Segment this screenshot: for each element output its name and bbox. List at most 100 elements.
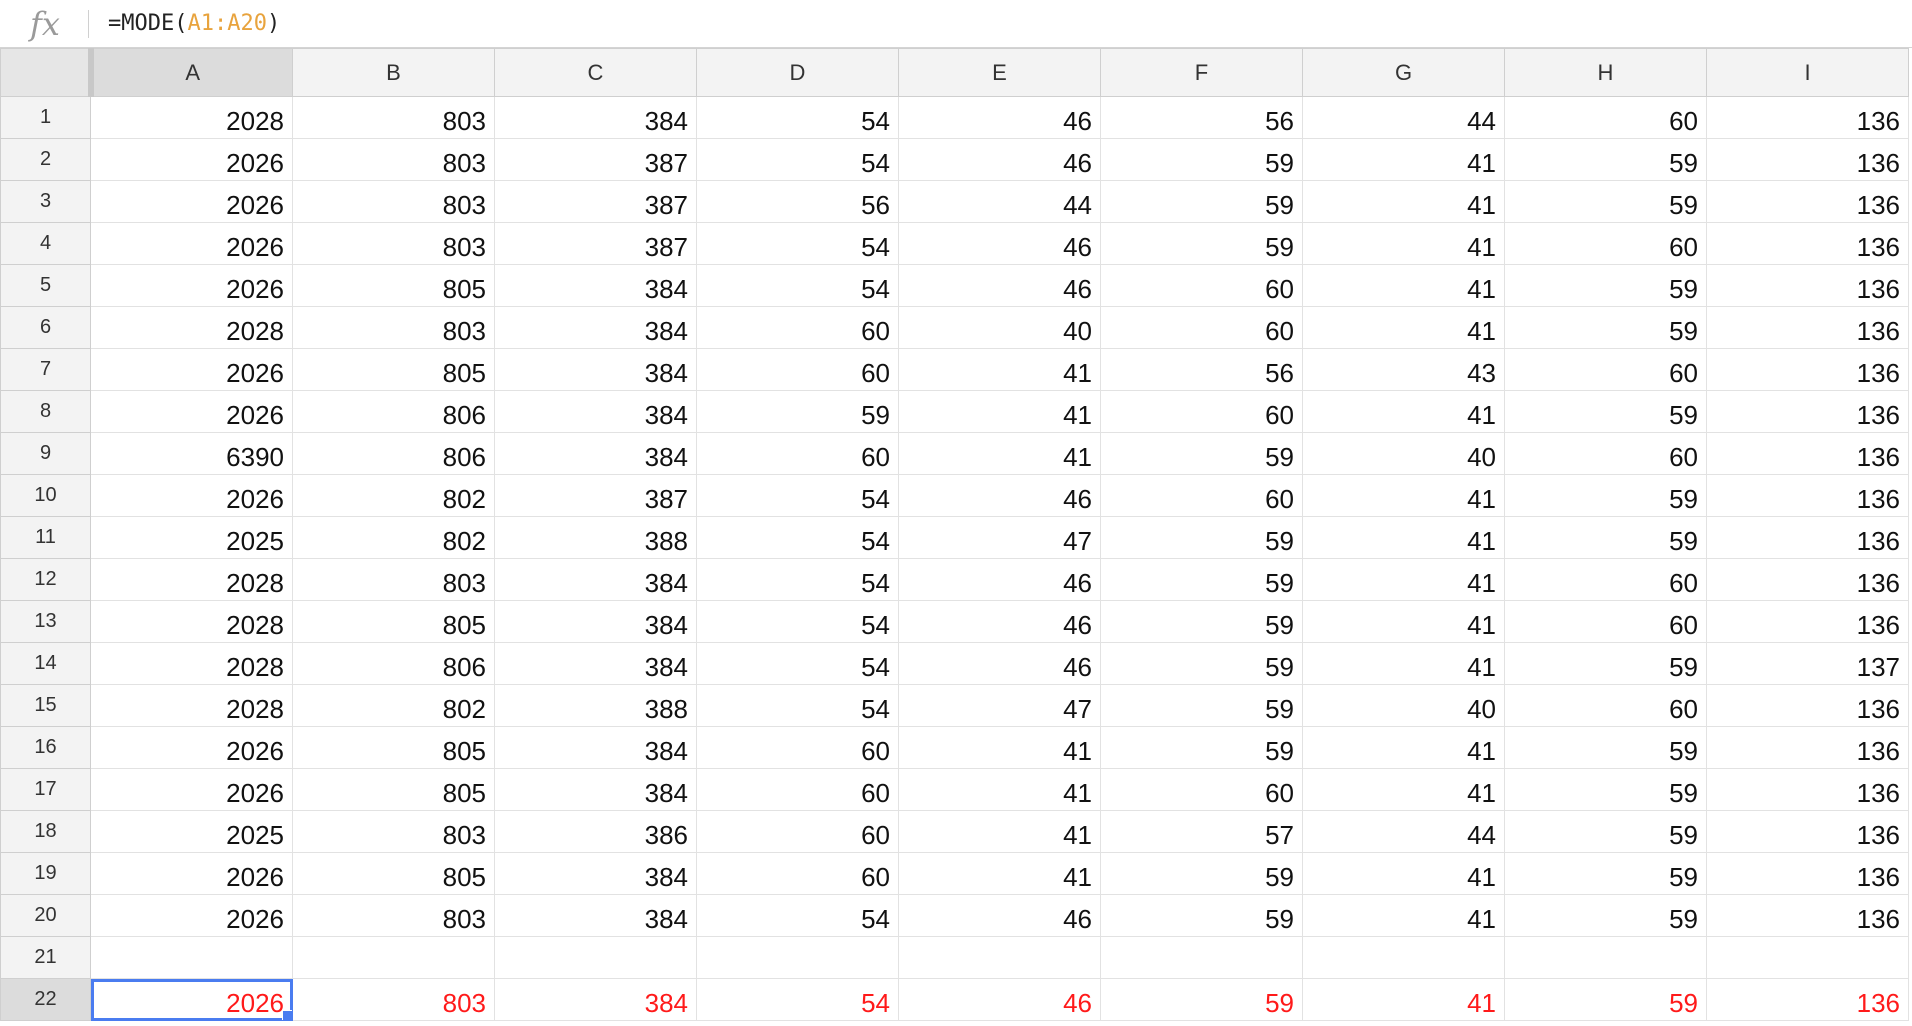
cell-a9[interactable]: 6390 (90, 432, 293, 475)
cell-f2[interactable]: 59 (1100, 138, 1303, 181)
cell-h17[interactable]: 59 (1504, 768, 1707, 811)
cell-a4[interactable]: 2026 (90, 222, 293, 265)
cell-f16[interactable]: 59 (1100, 726, 1303, 769)
cell-e18[interactable]: 41 (898, 810, 1101, 853)
cell-a5[interactable]: 2026 (90, 264, 293, 307)
column-header-b[interactable]: B (292, 48, 495, 97)
cell-h4[interactable]: 60 (1504, 222, 1707, 265)
cell-i22[interactable]: 136 (1706, 978, 1909, 1021)
cell-i10[interactable]: 136 (1706, 474, 1909, 517)
cell-b18[interactable]: 803 (292, 810, 495, 853)
cell-d16[interactable]: 60 (696, 726, 899, 769)
row-header-14[interactable]: 14 (0, 642, 91, 685)
cell-f8[interactable]: 60 (1100, 390, 1303, 433)
cell-f5[interactable]: 60 (1100, 264, 1303, 307)
cell-i15[interactable]: 136 (1706, 684, 1909, 727)
cell-a11[interactable]: 2025 (90, 516, 293, 559)
cell-e14[interactable]: 46 (898, 642, 1101, 685)
cell-i9[interactable]: 136 (1706, 432, 1909, 475)
row-header-19[interactable]: 19 (0, 852, 91, 895)
cell-g1[interactable]: 44 (1302, 96, 1505, 139)
cell-c13[interactable]: 384 (494, 600, 697, 643)
cell-g16[interactable]: 41 (1302, 726, 1505, 769)
cell-e9[interactable]: 41 (898, 432, 1101, 475)
cell-c15[interactable]: 388 (494, 684, 697, 727)
cell-a7[interactable]: 2026 (90, 348, 293, 391)
cell-f9[interactable]: 59 (1100, 432, 1303, 475)
cell-i17[interactable]: 136 (1706, 768, 1909, 811)
cell-g9[interactable]: 40 (1302, 432, 1505, 475)
cell-h22[interactable]: 59 (1504, 978, 1707, 1021)
cell-f17[interactable]: 60 (1100, 768, 1303, 811)
cell-d6[interactable]: 60 (696, 306, 899, 349)
cell-c8[interactable]: 384 (494, 390, 697, 433)
cell-i8[interactable]: 136 (1706, 390, 1909, 433)
cell-a15[interactable]: 2028 (90, 684, 293, 727)
cell-g4[interactable]: 41 (1302, 222, 1505, 265)
row-header-16[interactable]: 16 (0, 726, 91, 769)
formula-input[interactable]: =MODE(A1:A20) (108, 8, 280, 40)
cell-h8[interactable]: 59 (1504, 390, 1707, 433)
cell-g17[interactable]: 41 (1302, 768, 1505, 811)
row-header-17[interactable]: 17 (0, 768, 91, 811)
cell-b1[interactable]: 803 (292, 96, 495, 139)
cell-f22[interactable]: 59 (1100, 978, 1303, 1021)
cell-f10[interactable]: 60 (1100, 474, 1303, 517)
column-header-g[interactable]: G (1302, 48, 1505, 97)
cell-h11[interactable]: 59 (1504, 516, 1707, 559)
cell-d21[interactable] (696, 936, 899, 979)
cell-c5[interactable]: 384 (494, 264, 697, 307)
row-header-5[interactable]: 5 (0, 264, 91, 307)
cell-b13[interactable]: 805 (292, 600, 495, 643)
cell-b17[interactable]: 805 (292, 768, 495, 811)
cell-i3[interactable]: 136 (1706, 180, 1909, 223)
cell-a16[interactable]: 2026 (90, 726, 293, 769)
cell-e11[interactable]: 47 (898, 516, 1101, 559)
cell-b14[interactable]: 806 (292, 642, 495, 685)
cell-b21[interactable] (292, 936, 495, 979)
cell-e20[interactable]: 46 (898, 894, 1101, 937)
cell-b8[interactable]: 806 (292, 390, 495, 433)
cell-b22[interactable]: 803 (292, 978, 495, 1021)
cell-g14[interactable]: 41 (1302, 642, 1505, 685)
cell-f15[interactable]: 59 (1100, 684, 1303, 727)
cell-d3[interactable]: 56 (696, 180, 899, 223)
cell-c21[interactable] (494, 936, 697, 979)
row-header-3[interactable]: 3 (0, 180, 91, 223)
cell-c19[interactable]: 384 (494, 852, 697, 895)
row-header-12[interactable]: 12 (0, 558, 91, 601)
row-header-11[interactable]: 11 (0, 516, 91, 559)
cell-i21[interactable] (1706, 936, 1909, 979)
cell-c3[interactable]: 387 (494, 180, 697, 223)
cell-g11[interactable]: 41 (1302, 516, 1505, 559)
column-header-a[interactable]: A (90, 48, 293, 97)
select-all-corner[interactable] (0, 48, 94, 97)
cell-e3[interactable]: 44 (898, 180, 1101, 223)
cell-c18[interactable]: 386 (494, 810, 697, 853)
cell-a6[interactable]: 2028 (90, 306, 293, 349)
row-header-1[interactable]: 1 (0, 96, 91, 139)
cell-d19[interactable]: 60 (696, 852, 899, 895)
cell-g3[interactable]: 41 (1302, 180, 1505, 223)
cell-f12[interactable]: 59 (1100, 558, 1303, 601)
row-header-15[interactable]: 15 (0, 684, 91, 727)
cell-b15[interactable]: 802 (292, 684, 495, 727)
cell-h19[interactable]: 59 (1504, 852, 1707, 895)
cell-g2[interactable]: 41 (1302, 138, 1505, 181)
cell-f20[interactable]: 59 (1100, 894, 1303, 937)
cell-h20[interactable]: 59 (1504, 894, 1707, 937)
cell-d2[interactable]: 54 (696, 138, 899, 181)
cell-c16[interactable]: 384 (494, 726, 697, 769)
cell-d13[interactable]: 54 (696, 600, 899, 643)
cell-d11[interactable]: 54 (696, 516, 899, 559)
cell-b10[interactable]: 802 (292, 474, 495, 517)
cell-i11[interactable]: 136 (1706, 516, 1909, 559)
cell-f19[interactable]: 59 (1100, 852, 1303, 895)
cell-c10[interactable]: 387 (494, 474, 697, 517)
cell-c9[interactable]: 384 (494, 432, 697, 475)
cell-c1[interactable]: 384 (494, 96, 697, 139)
cell-g13[interactable]: 41 (1302, 600, 1505, 643)
cell-h21[interactable] (1504, 936, 1707, 979)
row-header-13[interactable]: 13 (0, 600, 91, 643)
cell-a19[interactable]: 2026 (90, 852, 293, 895)
